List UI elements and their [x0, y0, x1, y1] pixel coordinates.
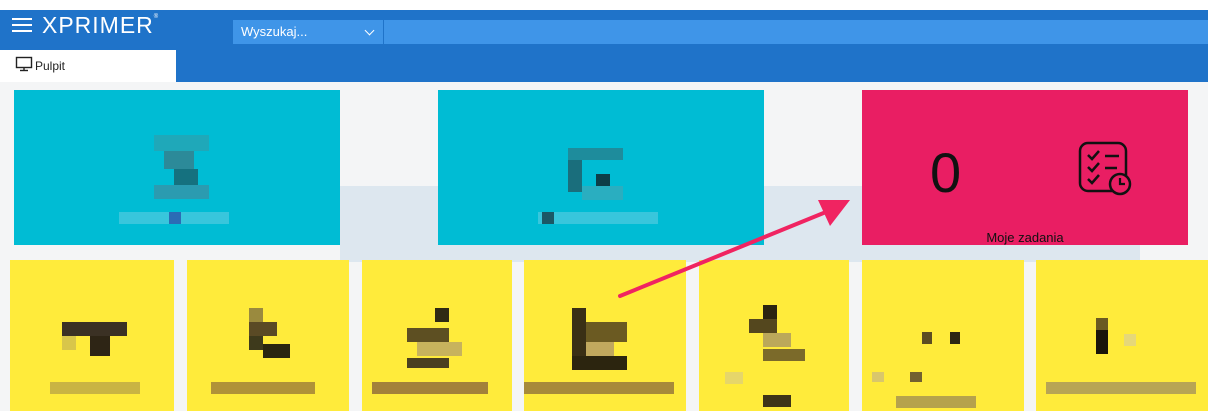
- top-strip: [0, 0, 1208, 10]
- search-select-value: Wyszukaj...: [241, 24, 308, 39]
- redacted-label: [524, 382, 674, 394]
- dashboard-tile-yellow-3[interactable]: [362, 260, 512, 411]
- trademark-mark: ®: [153, 14, 160, 20]
- dashboard-tile-yellow-6[interactable]: [862, 260, 1024, 411]
- redacted-label: [725, 372, 743, 384]
- redacted-label: [538, 212, 658, 224]
- redacted-icon: [922, 320, 967, 360]
- dashboard-tile-yellow-5[interactable]: [699, 260, 849, 411]
- redacted-label: [211, 382, 315, 394]
- search-input[interactable]: [384, 20, 1208, 44]
- tab-bar: [0, 50, 1208, 82]
- redacted-icon: [568, 148, 623, 200]
- dashboard-tile-yellow-7[interactable]: [1036, 260, 1208, 411]
- tasks-count: 0: [930, 141, 962, 204]
- redacted-label: [1046, 382, 1196, 394]
- dashboard-tile-yellow-1[interactable]: [10, 260, 174, 411]
- redacted-icon: [749, 305, 805, 407]
- redacted-label: [50, 382, 140, 394]
- search-select[interactable]: Wyszukaj...: [233, 20, 383, 44]
- redacted-icon: [572, 308, 627, 370]
- chevron-down-icon: [364, 25, 375, 36]
- app-logo: XPRIMER®: [42, 12, 159, 39]
- tab-pulpit[interactable]: Pulpit: [0, 50, 176, 82]
- redacted-label: [119, 212, 229, 224]
- redacted-icon: [62, 322, 127, 357]
- my-tasks-tile[interactable]: 0 Moje zadania: [862, 90, 1188, 245]
- redacted-label: [372, 382, 488, 394]
- redacted-icon: [1096, 318, 1141, 358]
- dashboard-tile-yellow-2[interactable]: [187, 260, 349, 411]
- dashboard-tile-cyan-2[interactable]: [438, 90, 764, 245]
- task-checklist-clock-icon: [1078, 141, 1132, 196]
- hamburger-menu-icon[interactable]: [12, 16, 34, 36]
- dashboard-tile-cyan-1[interactable]: [14, 90, 340, 245]
- redacted-icon: [235, 308, 290, 363]
- dashboard-tile-yellow-4[interactable]: [524, 260, 686, 411]
- logo-text: XPRIMER: [42, 12, 154, 38]
- redacted-icon: [407, 308, 462, 368]
- tab-pulpit-label: Pulpit: [35, 59, 66, 73]
- redacted-icon: [154, 135, 209, 210]
- monitor-icon: [15, 56, 33, 72]
- redacted-label: [872, 372, 977, 408]
- tasks-label: Moje zadania: [986, 230, 1064, 245]
